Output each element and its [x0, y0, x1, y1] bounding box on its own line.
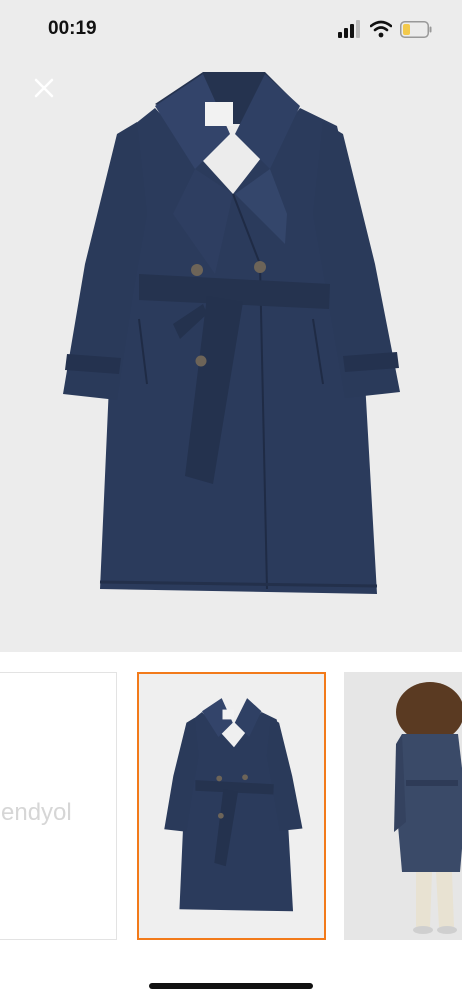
home-indicator[interactable]: [149, 983, 313, 989]
model-thumbnail-image: [344, 672, 462, 940]
signal-icon: [338, 20, 360, 38]
battery-icon: [400, 21, 432, 38]
coat-thumbnail-image: [164, 698, 303, 912]
brand-watermark: endyol: [1, 799, 72, 826]
thumbnail-model[interactable]: [344, 672, 462, 940]
thumbnail-strip: endyol: [0, 668, 462, 944]
thumbnail-brand[interactable]: endyol: [0, 672, 117, 940]
coat-illustration: [63, 72, 400, 594]
wifi-icon: [370, 20, 392, 38]
status-bar: 00:19: [0, 0, 462, 58]
product-main-image[interactable]: [0, 58, 462, 652]
thumbnail-selected[interactable]: [137, 672, 326, 940]
close-icon: [34, 78, 54, 98]
status-time: 00:19: [48, 18, 97, 39]
